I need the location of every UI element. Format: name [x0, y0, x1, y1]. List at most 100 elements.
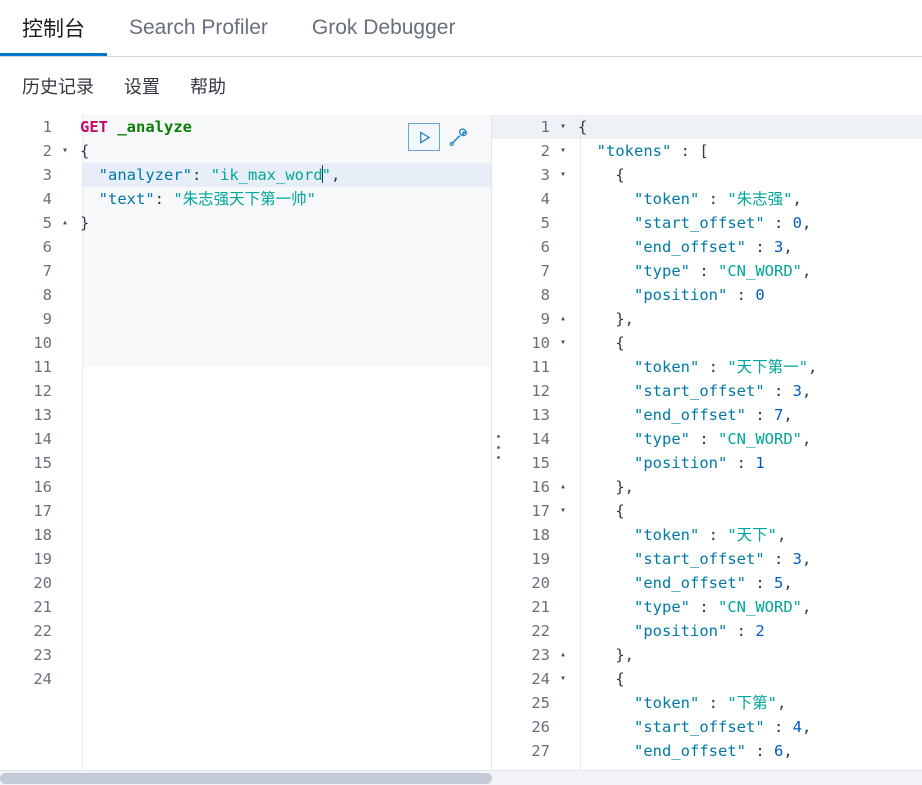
code-token: "start_offset"	[634, 382, 765, 400]
code-token: {	[615, 502, 625, 520]
fold-toggle-icon[interactable]: ▾	[554, 331, 572, 355]
code-token: "type"	[634, 430, 690, 448]
fold-toggle-icon[interactable]: ▴	[554, 475, 572, 499]
line-number: 24	[531, 670, 550, 688]
code-token: ,	[777, 694, 787, 712]
submenu-item-help[interactable]: 帮助	[190, 73, 226, 99]
fold-toggle-icon[interactable]: ▾	[554, 499, 572, 523]
code-token: GET	[80, 118, 118, 136]
code-text: "analyzer": "ik_max_word",	[74, 163, 340, 187]
code-token: "朱志强天下第一帅"	[173, 190, 317, 208]
line-number: 10	[531, 334, 550, 352]
line-number: 2	[42, 142, 52, 160]
code-token: "position"	[634, 454, 728, 472]
code-token: ,	[802, 382, 812, 400]
code-line: 7 "type" : "CN_WORD",	[492, 259, 922, 283]
fold-toggle-icon[interactable]: ▴	[554, 307, 572, 331]
code-token: "token"	[634, 358, 700, 376]
code-token: "start_offset"	[634, 550, 765, 568]
code-token: [	[699, 142, 709, 160]
fold-toggle-icon[interactable]: ▾	[554, 667, 572, 691]
code-token: },	[615, 310, 634, 328]
line-number: 12	[531, 382, 550, 400]
code-token: {	[615, 166, 625, 184]
code-token: :	[690, 598, 718, 616]
code-line: 21 "type" : "CN_WORD",	[492, 595, 922, 619]
request-editor-code[interactable]: 1 GET _analyze 2 ▾ {3 "analyzer": "ik_max_wo…	[0, 115, 491, 691]
tab-grok-debugger[interactable]: Grok Debugger	[290, 0, 478, 56]
code-line: 19	[0, 547, 491, 571]
code-token: "CN_WORD"	[718, 262, 802, 280]
submenu-item-settings[interactable]: 设置	[124, 73, 160, 99]
line-number: 14	[33, 430, 52, 448]
wrench-icon[interactable]	[446, 124, 472, 150]
code-line: 6	[0, 235, 491, 259]
code-line: 22	[0, 619, 491, 643]
horizontal-scrollbar-thumb[interactable]	[0, 773, 492, 784]
fold-toggle-icon[interactable]: ▾	[554, 139, 572, 163]
tab-console[interactable]: 控制台	[0, 0, 107, 56]
handle-dot	[496, 445, 500, 449]
fold-toggle-icon[interactable]: ▴	[554, 643, 572, 667]
editor-actions	[408, 123, 472, 151]
code-token: 6	[773, 742, 784, 760]
line-number: 13	[33, 406, 52, 424]
line-number: 8	[42, 286, 52, 304]
code-line: 11	[0, 355, 491, 379]
code-line: 13 "end_offset" : 7,	[492, 403, 922, 427]
play-icon[interactable]	[408, 123, 440, 151]
code-text: {	[572, 667, 624, 691]
fold-toggle-icon[interactable]: ▾	[554, 163, 572, 187]
console-body: 1 GET _analyze 2 ▾{3 "analyzer": "ik_max_wo…	[0, 115, 922, 770]
pane-resize-handle[interactable]	[494, 435, 502, 459]
line-number: 3	[540, 166, 550, 184]
code-text: }	[74, 211, 89, 235]
code-line: 3 ▾ {	[492, 163, 922, 187]
code-line: 27 "end_offset" : 6,	[492, 739, 922, 763]
code-line: 9	[0, 307, 491, 331]
code-line: 10	[0, 331, 491, 355]
code-text: GET _analyze	[74, 115, 192, 139]
code-token: :	[764, 550, 793, 568]
code-token: :	[727, 286, 756, 304]
code-token: ,	[802, 262, 812, 280]
line-number: 4	[42, 190, 52, 208]
code-text: {	[572, 163, 625, 187]
tab-search-profiler[interactable]: Search Profiler	[107, 0, 290, 56]
code-text: "end_offset" : 3,	[572, 235, 793, 259]
code-token: 5	[773, 574, 784, 592]
code-token: "position"	[634, 286, 728, 304]
line-number: 19	[531, 550, 550, 568]
code-line: 8 "position" : 0	[492, 283, 922, 307]
line-number: 20	[531, 574, 550, 592]
horizontal-scrollbar[interactable]	[0, 770, 922, 785]
request-editor-pane[interactable]: 1 GET _analyze 2 ▾ {3 "analyzer": "ik_max_wo…	[0, 115, 492, 770]
submenu-item-history[interactable]: 历史记录	[22, 73, 94, 99]
response-viewer-code[interactable]: 1 ▾{2 ▾ "tokens" : [3 ▾ {4 "token" : "朱志强",…	[492, 115, 922, 763]
code-token: :	[764, 382, 793, 400]
code-text: "type" : "CN_WORD",	[572, 427, 811, 451]
code-token: ,	[783, 238, 793, 256]
line-number: 15	[33, 454, 52, 472]
code-line: 14	[0, 427, 491, 451]
fold-toggle-icon[interactable]: ▾	[56, 139, 74, 163]
code-line: 15 "position" : 1	[492, 451, 922, 475]
code-line: 24 ▾ {	[492, 667, 922, 691]
fold-toggle-icon[interactable]: ▾	[554, 115, 572, 139]
line-number: 11	[531, 358, 550, 376]
fold-toggle-icon[interactable]: ▴	[56, 211, 74, 235]
response-viewer-pane[interactable]: 1 ▾{2 ▾ "tokens" : [3 ▾ {4 "token" : "朱志强",…	[492, 115, 922, 770]
code-text: "position" : 0	[572, 283, 765, 307]
code-line: 16	[0, 475, 491, 499]
code-line: 18 "token" : "天下",	[492, 523, 922, 547]
code-token: :	[764, 718, 793, 736]
code-text: "text": "朱志强天下第一帅"	[74, 187, 316, 211]
code-token: 0	[755, 286, 765, 304]
